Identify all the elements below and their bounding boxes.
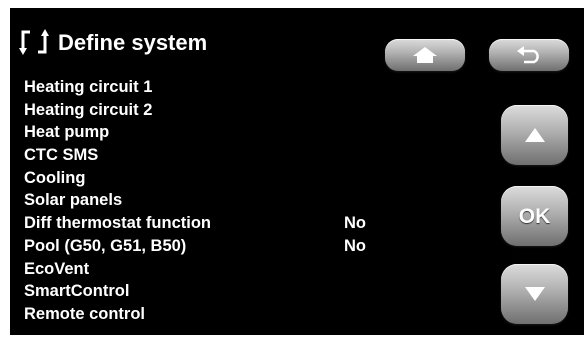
menu-item-heating-circuit-1[interactable]: Heating circuit 1 [24, 76, 384, 99]
menu-item-label: Pool (G50, G51, B50) [24, 236, 187, 255]
up-arrow-icon [524, 128, 545, 142]
menu-item-heat-pump[interactable]: Heat pump [24, 121, 384, 144]
menu-item-label: Cooling [24, 168, 86, 187]
menu-item-value: No [344, 214, 366, 233]
menu-item-label: Solar panels [24, 191, 123, 210]
back-arrow-icon [517, 46, 539, 64]
menu-item-label: CTC SMS [24, 146, 99, 165]
menu-item-ctc-sms[interactable]: CTC SMS [24, 144, 384, 167]
menu-item-remote-control[interactable]: Remote control [24, 303, 384, 326]
menu-item-cooling[interactable]: Cooling [24, 167, 384, 190]
home-button[interactable] [385, 39, 465, 71]
up-button[interactable] [501, 105, 568, 165]
menu-item-label: EcoVent [24, 259, 90, 278]
page-title: Define system [58, 30, 208, 55]
down-button[interactable] [501, 264, 568, 324]
menu-item-ecovent[interactable]: EcoVent [24, 258, 384, 281]
menu-item-diff-thermostat[interactable]: Diff thermostat function No [24, 212, 384, 235]
menu-item-value: No [344, 236, 366, 255]
display-screen: Define system Heating circuit 1 Heating … [10, 8, 584, 335]
menu-item-label: SmartControl [24, 282, 130, 301]
menu-item-label: Diff thermostat function [24, 214, 211, 233]
home-icon [413, 47, 437, 63]
ok-button[interactable]: OK [501, 186, 568, 246]
menu-item-label: Heating circuit 1 [24, 78, 153, 96]
menu-item-label: Heating circuit 2 [24, 100, 153, 119]
menu-item-label: Heat pump [24, 123, 110, 142]
menu-item-solar-panels[interactable]: Solar panels [24, 189, 384, 212]
ok-label: OK [518, 205, 551, 228]
define-system-icon [19, 29, 49, 55]
menu-item-smartcontrol[interactable]: SmartControl [24, 280, 384, 303]
menu-item-pool[interactable]: Pool (G50, G51, B50) No [24, 235, 384, 258]
menu-item-heating-circuit-2[interactable]: Heating circuit 2 [24, 99, 384, 122]
back-button[interactable] [489, 39, 569, 71]
menu-item-label: Remote control [24, 304, 146, 323]
down-arrow-icon [524, 287, 545, 301]
system-menu: Heating circuit 1 Heating circuit 2 Heat… [24, 76, 384, 326]
